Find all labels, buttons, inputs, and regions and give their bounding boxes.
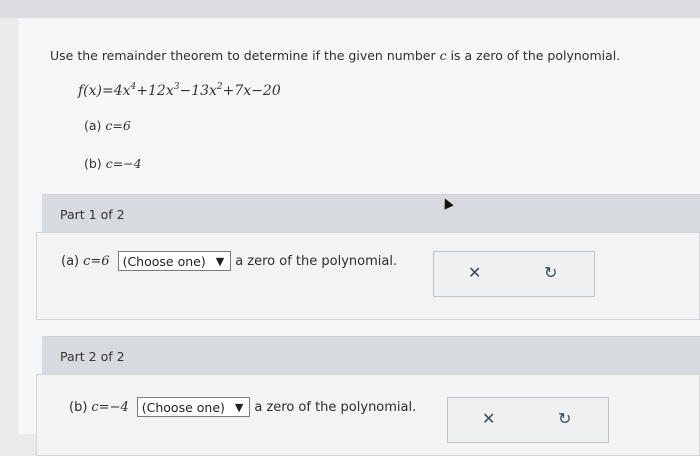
part1-header: Part 1 of 2 (42, 194, 700, 233)
question-prompt: Use the remainder theorem to determine i… (50, 48, 621, 63)
part2-action-box: ✕ ↻ (447, 397, 609, 443)
close-icon[interactable]: ✕ (482, 409, 495, 428)
part2-body: (b) c=−4 (Choose one) ▼ a zero of the po… (36, 374, 700, 456)
undo-icon[interactable]: ↻ (544, 263, 557, 282)
part1-action-box: ✕ ↻ (433, 251, 595, 297)
undo-icon[interactable]: ↻ (558, 409, 571, 428)
part2-header: Part 2 of 2 (42, 336, 700, 375)
item-b: (b) c=−4 (84, 156, 142, 171)
part2-answer-line: (b) c=−4 (Choose one) ▼ a zero of the po… (69, 397, 416, 417)
part1-body: (a) c=6 (Choose one) ▼ a zero of the pol… (36, 232, 700, 320)
dropdown-arrow-icon: ▼ (215, 254, 225, 268)
polynomial-equation: f(x)=4x4+12x3−13x2+7x−20 (78, 82, 281, 99)
part2-select[interactable]: (Choose one) ▼ (136, 397, 251, 417)
close-icon[interactable]: ✕ (468, 263, 481, 282)
top-bar (0, 0, 700, 18)
dropdown-arrow-icon: ▼ (234, 400, 244, 414)
part1-answer-line: (a) c=6 (Choose one) ▼ a zero of the pol… (61, 251, 397, 271)
question-panel: Use the remainder theorem to determine i… (18, 18, 700, 456)
item-a: (a) c=6 (84, 118, 131, 133)
part1-select[interactable]: (Choose one) ▼ (117, 251, 232, 271)
